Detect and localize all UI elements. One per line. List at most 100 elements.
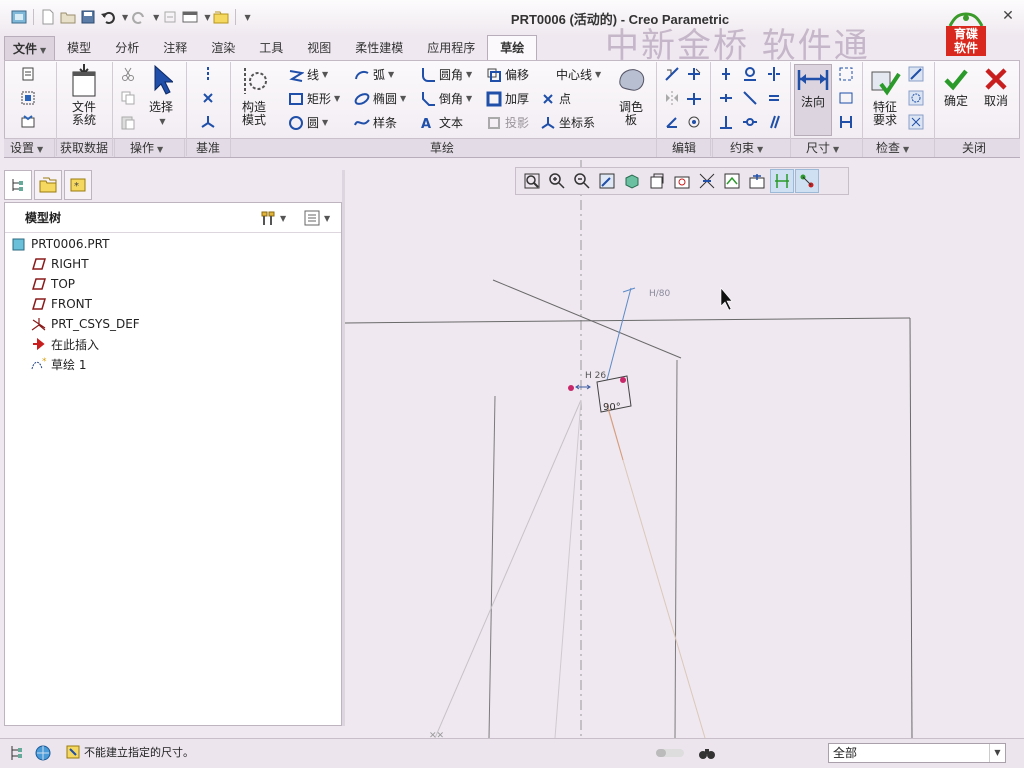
windows-dropdown-icon[interactable]: ▼	[204, 13, 210, 22]
perpendicular-constraint-button[interactable]	[718, 114, 737, 130]
open-folder-icon[interactable]	[59, 8, 77, 26]
tab-analysis[interactable]: 分析	[103, 36, 151, 60]
customize-toolbar-icon[interactable]: ▼	[244, 13, 250, 22]
copy-button[interactable]	[120, 90, 139, 106]
sketch-view-button[interactable]	[20, 114, 39, 130]
line-button[interactable]: 线 ▼	[288, 66, 328, 83]
coincident-constraint-button[interactable]	[742, 114, 761, 130]
reference-button[interactable]	[20, 90, 39, 106]
model-tree-tab[interactable]	[4, 170, 32, 200]
ellipse-button[interactable]: 椭圆 ▼	[354, 90, 406, 107]
select-button[interactable]: 选择 ▼	[144, 64, 178, 128]
tab-render[interactable]: 渲染	[199, 36, 247, 60]
group-constrain[interactable]: 约束 ▼	[730, 140, 763, 156]
cancel-button[interactable]: 取消	[978, 66, 1014, 108]
circle-button[interactable]: 圆 ▼	[288, 114, 328, 131]
tree-item-sketch[interactable]: * 草绘 1	[31, 355, 86, 373]
favorites-tab[interactable]: *	[64, 170, 92, 200]
folder-browser-tab[interactable]	[34, 170, 62, 200]
datum-point-button[interactable]	[200, 90, 219, 106]
tree-item-right[interactable]: RIGHT	[31, 255, 89, 273]
group-operations[interactable]: 操作 ▼	[130, 140, 163, 156]
feature-requirements-button[interactable]: 特征 要求	[864, 64, 906, 127]
undo-icon[interactable]	[99, 8, 117, 26]
saved-views-button[interactable]	[645, 169, 669, 193]
rectangle-button[interactable]: 矩形 ▼	[288, 90, 340, 107]
redo-icon[interactable]	[130, 8, 148, 26]
display-dims-button[interactable]	[720, 169, 744, 193]
symmetric-constraint-button[interactable]	[766, 66, 785, 82]
tab-file[interactable]: 文件 ▼	[4, 36, 56, 60]
perimeter-dimension-button[interactable]	[838, 66, 857, 82]
vertical-constraint-button[interactable]	[718, 66, 737, 82]
mirror-button[interactable]	[664, 90, 683, 106]
tangent-constraint-button[interactable]	[742, 66, 761, 82]
group-dimension[interactable]: 尺寸 ▼	[806, 140, 839, 156]
tree-show-button[interactable]: ▼	[303, 209, 330, 227]
construction-mode-button[interactable]: 构造 模式	[234, 64, 274, 127]
tab-sketch[interactable]: 草绘	[487, 35, 538, 60]
paste-button[interactable]	[120, 114, 139, 130]
repaint-button[interactable]	[595, 169, 619, 193]
sketch-setup-button[interactable]	[20, 66, 39, 82]
zoom-in-button[interactable]	[545, 169, 569, 193]
graphics-canvas[interactable]: H 26 90° H/80 ✕✕	[345, 160, 1024, 738]
selection-filter-dropdown[interactable]: 全部 ▼	[828, 743, 1006, 763]
group-inspect[interactable]: 检查 ▼	[876, 140, 909, 156]
tab-flexible-modeling[interactable]: 柔性建模	[343, 36, 415, 60]
app-icon[interactable]	[10, 8, 28, 26]
redo-dropdown-icon[interactable]: ▼	[153, 13, 159, 22]
point-button[interactable]: 点	[540, 90, 571, 107]
modify-button[interactable]	[664, 66, 683, 82]
tab-tools[interactable]: 工具	[247, 36, 295, 60]
parallel-constraint-button[interactable]	[766, 114, 785, 130]
display-grid-button[interactable]	[770, 169, 794, 193]
tab-model[interactable]: 模型	[55, 36, 103, 60]
tree-item-front[interactable]: FRONT	[31, 295, 92, 313]
datum-centerline-button[interactable]	[200, 66, 219, 82]
windows-icon[interactable]	[181, 8, 199, 26]
sketch-view-orient-button[interactable]	[670, 169, 694, 193]
close-window-folder-icon[interactable]	[212, 8, 230, 26]
tree-item-csys[interactable]: PRT_CSYS_DEF	[31, 315, 140, 333]
corner-button[interactable]	[664, 114, 683, 130]
new-file-icon[interactable]	[39, 8, 57, 26]
equal-constraint-button[interactable]	[766, 90, 785, 106]
display-style-button[interactable]	[620, 169, 644, 193]
project-button[interactable]: 投影	[486, 114, 529, 131]
coordinate-system-button[interactable]: 坐标系	[540, 114, 595, 131]
spline-button[interactable]: 样条	[354, 114, 397, 131]
divide-button[interactable]	[686, 90, 705, 106]
highlight-open-ends-button[interactable]	[908, 66, 927, 82]
palette-button[interactable]: 调色 板	[612, 64, 650, 127]
window-close-button[interactable]: ✕	[998, 8, 1018, 26]
shade-closed-loops-button[interactable]	[908, 90, 927, 106]
tab-annotate[interactable]: 注释	[151, 36, 199, 60]
tree-item-part[interactable]: PRT0006.PRT	[11, 235, 109, 253]
chamfer-button[interactable]: 倒角 ▼	[420, 90, 472, 107]
refit-button[interactable]	[520, 169, 544, 193]
arc-button[interactable]: 弧 ▼	[354, 66, 394, 83]
datum-display-button[interactable]	[695, 169, 719, 193]
baseline-dimension-button[interactable]	[838, 114, 857, 130]
tab-applications[interactable]: 应用程序	[415, 36, 487, 60]
fillet-button[interactable]: 圆角 ▼	[420, 66, 472, 83]
tab-view[interactable]: 视图	[295, 36, 343, 60]
display-constraints-button[interactable]	[745, 169, 769, 193]
regenerate-icon[interactable]	[161, 8, 179, 26]
reference-dimension-button[interactable]	[838, 90, 857, 106]
offset-button[interactable]: 偏移	[486, 66, 529, 83]
cut-button[interactable]	[120, 66, 139, 82]
thicken-button[interactable]: 加厚	[486, 90, 529, 107]
save-icon[interactable]	[79, 8, 97, 26]
midpoint-constraint-button[interactable]	[742, 90, 761, 106]
undo-dropdown-icon[interactable]: ▼	[122, 13, 128, 22]
normal-dimension-button[interactable]: 法向	[794, 64, 832, 136]
toggle-browser-button[interactable]	[34, 744, 52, 765]
datum-csys-button[interactable]	[200, 114, 219, 130]
text-button[interactable]: A 文本	[420, 114, 463, 131]
zoom-out-button[interactable]	[570, 169, 594, 193]
toggle-navigator-button[interactable]	[8, 744, 26, 765]
group-setup[interactable]: 设置 ▼	[10, 140, 43, 156]
file-system-button[interactable]: 文件 系统	[62, 64, 106, 127]
